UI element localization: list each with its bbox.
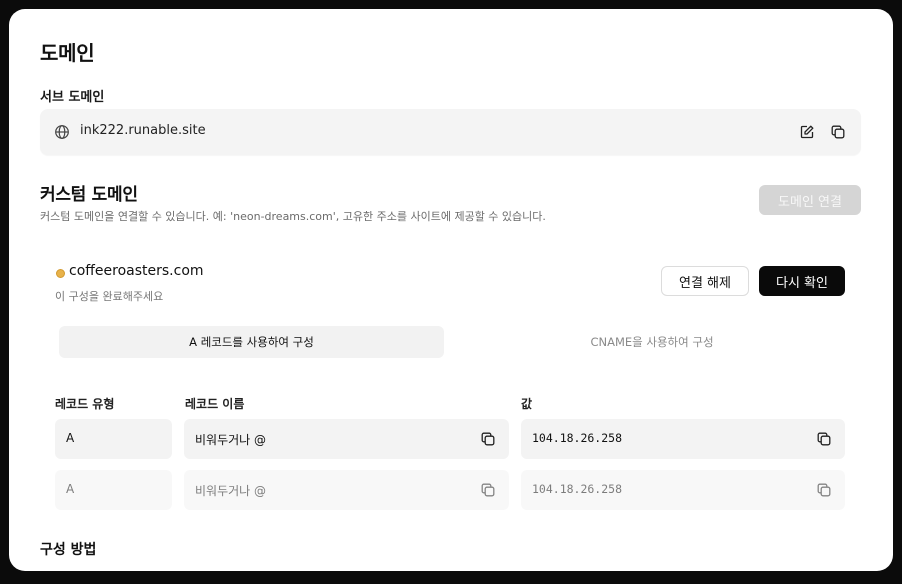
disconnect-button[interactable]: 연결 해제 — [661, 266, 749, 296]
record-name-cell: 비워두거나 @ — [184, 470, 509, 510]
column-header-type: 레코드 유형 — [55, 397, 115, 411]
record-type: A — [66, 482, 75, 496]
domain-settings-card: 도메인 서브 도메인 ink222.runable.site 커스텀 도메인 커… — [9, 9, 893, 571]
record-name: 비워두거나 @ — [195, 484, 267, 498]
tab-cname[interactable]: CNAME을 사용하여 구성 — [459, 326, 845, 358]
copy-icon[interactable] — [814, 480, 834, 500]
recheck-button[interactable]: 다시 확인 — [759, 266, 845, 296]
domain-status: 이 구성을 완료해주세요 — [55, 290, 164, 303]
setup-guide-title: 구성 방법 — [40, 542, 97, 558]
connect-domain-button[interactable]: 도메인 연결 — [759, 185, 861, 215]
record-value: 104.18.26.258 — [532, 431, 623, 445]
custom-domain-description: 커스텀 도메인을 연결할 수 있습니다. 예: 'neon-dreams.com… — [40, 210, 546, 223]
record-type-cell: A — [55, 419, 172, 459]
tab-a-record[interactable]: A 레코드를 사용하여 구성 — [59, 326, 444, 358]
record-value-cell: 104.18.26.258 — [521, 419, 845, 459]
status-dot-icon — [56, 269, 65, 278]
record-value: 104.18.26.258 — [532, 482, 623, 496]
subdomain-value: ink222.runable.site — [80, 123, 206, 138]
record-type: A — [66, 431, 75, 445]
custom-domain-title: 커스텀 도메인 — [40, 185, 138, 205]
copy-icon[interactable] — [814, 429, 834, 449]
record-value-cell: 104.18.26.258 — [521, 470, 845, 510]
config-tabs: A 레코드를 사용하여 구성 CNAME을 사용하여 구성 — [59, 326, 845, 360]
record-name-cell: 비워두거나 @ — [184, 419, 509, 459]
subdomain-label: 서브 도메인 — [40, 90, 105, 105]
domain-panel: coffeeroasters.com 이 구성을 완료해주세요 연결 해제 다시… — [40, 252, 861, 517]
globe-icon — [54, 124, 70, 140]
copy-icon[interactable] — [828, 122, 848, 142]
record-type-cell: A — [55, 470, 172, 510]
record-name: 비워두거나 @ — [195, 433, 267, 447]
column-header-value: 값 — [521, 397, 533, 411]
edit-icon[interactable] — [797, 122, 817, 142]
copy-icon[interactable] — [478, 480, 498, 500]
subdomain-field: ink222.runable.site — [40, 109, 861, 155]
column-header-name: 레코드 이름 — [185, 397, 245, 411]
domain-name: coffeeroasters.com — [69, 263, 204, 279]
page-title: 도메인 — [40, 41, 95, 65]
copy-icon[interactable] — [478, 429, 498, 449]
